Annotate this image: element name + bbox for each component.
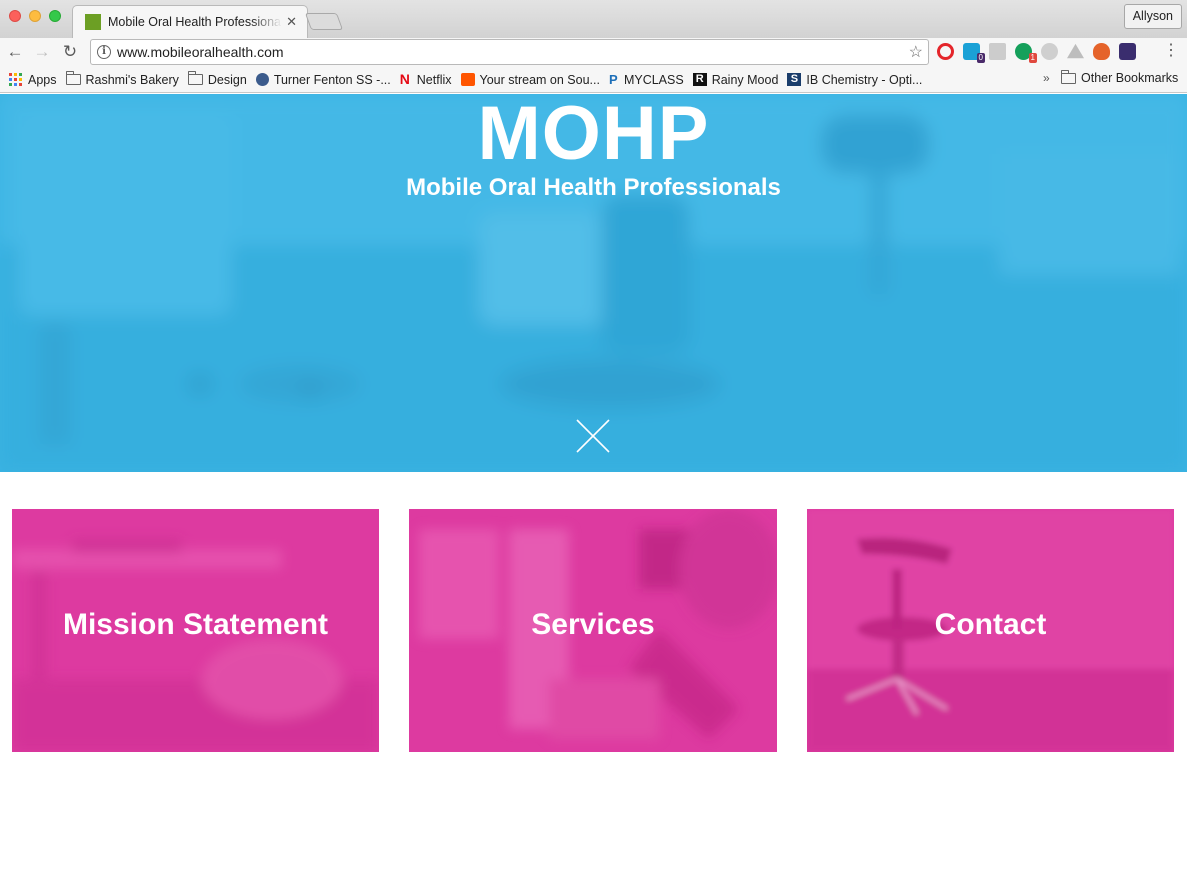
card-label: Contact [934,607,1047,641]
netflix-icon: N [399,71,410,87]
url-text[interactable]: www.mobileoralhealth.com [117,44,284,60]
browser-tab-active[interactable]: Mobile Oral Health Professionals ✕ [72,5,308,38]
extensions-row: 0 1 [937,43,1136,63]
bookmarks-overflow-icon[interactable]: » [1043,71,1050,85]
bookmarks-bar: Apps Rashmi's Bakery Design Turner Fento… [0,67,1187,93]
bookmark-star-icon[interactable]: ☆ [909,42,923,62]
kebab-menu-icon[interactable]: ⋮ [1163,40,1179,60]
folder-icon [1061,69,1076,84]
bookmark-label: Turner Fenton SS -... [273,72,391,87]
folder-icon [187,71,203,85]
card-label: Mission Statement [62,607,329,641]
card-mission-statement[interactable]: Mission Statement [12,509,379,752]
maximize-window-button[interactable] [49,10,61,22]
tab-favicon-icon [85,14,101,30]
bookmark-ib-chemistry[interactable]: S IB Chemistry - Opti... [787,73,922,87]
bookmark-label: MYCLASS [623,72,684,87]
bookmark-label: Design [207,72,247,87]
other-bookmarks-label: Other Bookmarks [1081,71,1179,85]
bookmark-soundcloud[interactable]: Your stream on Sou... [460,72,600,87]
extension-badge: 0 [976,53,985,63]
drive-icon[interactable] [1067,43,1084,59]
m-icon[interactable] [1041,43,1058,60]
astronomy-icon[interactable] [1119,43,1136,60]
p-icon: P [608,72,618,87]
forward-arrow-icon[interactable]: → [32,41,52,63]
other-bookmarks[interactable]: Other Bookmarks [1061,69,1179,85]
tab-title: Mobile Oral Health Professionals [108,15,283,29]
browser-titlebar: Mobile Oral Health Professionals ✕ Allys… [0,0,1187,38]
bookmark-apps[interactable]: Apps [9,73,57,87]
opera-icon[interactable] [937,43,954,60]
card-contact[interactable]: Contact [807,509,1174,752]
bookmark-label: Your stream on Sou... [479,72,600,87]
bookmark-design[interactable]: Design [187,71,247,87]
bookmark-netflix[interactable]: N Netflix [399,71,452,87]
apps-grid-icon [9,73,22,86]
bookmark-myclass[interactable]: P MYCLASS [609,73,684,87]
image-icon[interactable] [989,43,1006,60]
puzzle-icon[interactable]: 0 [963,43,985,63]
close-window-button[interactable] [9,10,21,22]
card-label: Services [531,607,655,641]
minimize-window-button[interactable] [29,10,41,22]
tab-close-icon[interactable]: ✕ [286,14,297,30]
fire-icon[interactable] [1093,43,1110,60]
bookmark-label: Rashmi's Bakery [85,72,179,87]
reload-icon[interactable]: ↻ [60,41,80,63]
card-services[interactable]: Services [409,509,777,752]
browser-toolbar: ← → ↻ i www.mobileoralhealth.com ☆ 0 1 ⋮ [0,38,1187,67]
profile-button[interactable]: Allyson [1123,4,1182,29]
s-icon: S [787,73,802,86]
info-icon[interactable]: i [97,45,111,59]
soundcloud-icon [460,73,475,86]
site-subtitle: Mobile Oral Health Professionals [406,174,781,201]
bookmark-label: IB Chemistry - Opti... [806,72,923,87]
bookmark-rainy-mood[interactable]: R Rainy Mood [692,72,779,87]
grammarly-icon[interactable]: 1 [1015,43,1037,63]
extension-badge: 1 [1028,53,1037,63]
bookmark-label: Apps [28,72,57,87]
bookmark-turner-fenton[interactable]: Turner Fenton SS -... [255,72,391,87]
close-x-icon[interactable] [575,418,611,454]
back-arrow-icon[interactable]: ← [5,41,25,63]
site-title: MOHP [477,94,710,176]
bookmark-rashmis-bakery[interactable]: Rashmi's Bakery [65,71,179,87]
bookmark-label: Netflix [416,72,452,87]
globe-icon [255,73,269,86]
bookmark-label: Rainy Mood [711,72,779,87]
r-icon: R [692,73,707,86]
folder-icon [65,71,81,85]
address-bar[interactable]: i www.mobileoralhealth.com ☆ [90,39,929,65]
new-tab-button[interactable] [304,13,344,30]
hero-banner: MOHP Mobile Oral Health Professionals [0,94,1187,472]
